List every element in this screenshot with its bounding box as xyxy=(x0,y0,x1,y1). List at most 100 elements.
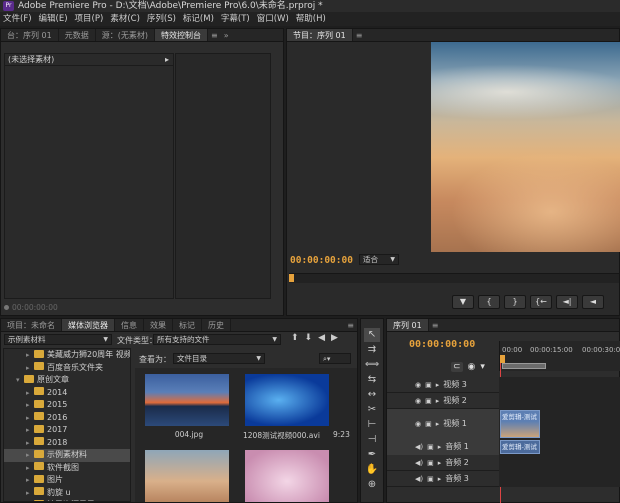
tree-item[interactable]: ▸ 2014 xyxy=(4,387,130,400)
track-lane[interactable]: 爱剪辑-测试 xyxy=(499,408,620,439)
rolling-edit-tool-icon[interactable]: ⇆ xyxy=(364,373,380,387)
chevron-right-icon[interactable]: ▸ xyxy=(26,487,34,500)
tree-item[interactable]: ▸ 2016 xyxy=(4,412,130,425)
eye-icon[interactable]: ◉ xyxy=(415,420,421,428)
mark-in-button[interactable]: { xyxy=(478,295,500,309)
playhead-marker-icon[interactable] xyxy=(289,274,294,282)
panel-menu-icon[interactable]: ≡ xyxy=(353,31,366,40)
tab-program[interactable]: 节目：序列 01 xyxy=(287,29,353,41)
thumbnail-item[interactable]: 1208测试视频000.avi 9:23 xyxy=(239,370,351,442)
chevron-right-icon[interactable]: ▸ xyxy=(26,499,34,501)
video-clip[interactable]: 爱剪辑-测试 xyxy=(500,409,540,438)
tree-item[interactable]: ▸ 图片 xyxy=(4,474,130,487)
chevron-right-icon[interactable]: ▸ xyxy=(438,443,442,451)
thumbnail-item[interactable] xyxy=(239,446,351,502)
add-marker-button[interactable]: ▼ xyxy=(452,295,474,309)
program-timecode[interactable]: 00:00:00:00 xyxy=(290,255,353,266)
speaker-icon[interactable]: ◀) xyxy=(415,459,423,467)
file-type-dropdown[interactable]: 所有支持的文件 ▼ xyxy=(153,334,281,345)
track-lane[interactable] xyxy=(499,470,620,487)
time-ruler[interactable]: 00:00 00:00:15:00 00:00:30:00 xyxy=(499,341,620,371)
ripple-edit-tool-icon[interactable]: ⟺ xyxy=(364,358,380,372)
chevron-right-icon[interactable]: ▸ xyxy=(26,387,34,400)
arrow-up-icon[interactable]: ⬆ xyxy=(291,333,299,343)
lock-icon[interactable]: ▣ xyxy=(427,443,434,451)
chevron-right-icon[interactable]: ▸ xyxy=(26,412,34,425)
thumbnail-item[interactable]: 004.jpg xyxy=(141,370,237,442)
lock-icon[interactable]: ▣ xyxy=(425,381,432,389)
tree-item[interactable]: ▸ 百度音乐文件夹 xyxy=(4,362,130,375)
snap-icon[interactable]: ⊂ xyxy=(451,362,463,372)
lock-icon[interactable]: ▣ xyxy=(425,397,432,405)
timeline-timecode[interactable]: 00:00:00:00 xyxy=(409,339,475,350)
select-tool-icon[interactable]: ↖ xyxy=(364,328,380,342)
arrow-down-icon[interactable]: ⬇ xyxy=(305,333,313,343)
menu-clip[interactable]: 素材(C) xyxy=(110,12,140,26)
chevron-right-icon[interactable]: ▸ xyxy=(436,420,440,428)
tab-sequence-01[interactable]: 序列 01 xyxy=(387,319,429,331)
track-lane[interactable]: 爱剪辑-测试 xyxy=(499,438,620,455)
tab-info[interactable]: 信息 xyxy=(115,319,144,331)
track-lane[interactable] xyxy=(499,454,620,471)
eye-icon[interactable]: ◉ xyxy=(415,397,421,405)
tree-item[interactable]: ▸ 示例素材料 xyxy=(4,449,130,462)
tab-media-browser[interactable]: 媒体浏览器 xyxy=(62,319,115,331)
tree-item[interactable]: ▸ 美藏威力狮20周年 视频 xyxy=(4,349,130,362)
chevron-right-icon[interactable]: ▸ xyxy=(26,349,34,362)
chevron-right-icon[interactable]: ▸ xyxy=(436,397,440,405)
eye-icon[interactable]: ◉ xyxy=(415,381,421,389)
speaker-icon[interactable]: ◀) xyxy=(415,475,423,483)
chevron-right-icon[interactable]: ▸ xyxy=(436,381,440,389)
lock-icon[interactable]: ▣ xyxy=(427,459,434,467)
chevron-right-icon[interactable]: ▸ xyxy=(26,399,34,412)
thumbnail-item[interactable] xyxy=(141,446,237,502)
chevron-down-icon[interactable]: ▾ xyxy=(16,374,24,387)
panel-menu-icon[interactable]: ≡ xyxy=(344,321,357,330)
menu-title[interactable]: 字幕(T) xyxy=(221,12,250,26)
panel-menu-icon[interactable]: ≡ xyxy=(429,321,442,330)
tab-history[interactable]: 历史 xyxy=(202,319,231,331)
panel-menu-icon[interactable]: ≡ xyxy=(208,31,221,40)
location-dropdown[interactable]: 示例素材料 ▼ xyxy=(4,334,112,345)
tree-item[interactable]: ▸ 2015 xyxy=(4,399,130,412)
menu-file[interactable]: 文件(F) xyxy=(3,12,32,26)
expand-arrow-icon[interactable]: ▸ xyxy=(165,54,169,65)
step-back-button[interactable]: ◄| xyxy=(556,295,578,309)
menu-help[interactable]: 帮助(H) xyxy=(296,12,326,26)
track-select-tool-icon[interactable]: ⇉ xyxy=(364,343,380,357)
tab-markers[interactable]: 标记 xyxy=(173,319,202,331)
tree-item[interactable]: ▾ 原创文章 xyxy=(4,374,130,387)
tree-item[interactable]: ▸ 软件截图 xyxy=(4,462,130,475)
add-marker-icon[interactable]: ▾ xyxy=(480,362,485,372)
chevron-right-icon[interactable]: ▸ xyxy=(438,459,442,467)
menu-sequence[interactable]: 序列(S) xyxy=(147,12,176,26)
tree-item[interactable]: ▸ 2018 xyxy=(4,437,130,450)
tab-effect-controls[interactable]: 特效控制台 xyxy=(154,29,208,41)
rate-stretch-tool-icon[interactable]: ↔ xyxy=(364,388,380,402)
menu-edit[interactable]: 编辑(E) xyxy=(39,12,68,26)
track-lane[interactable] xyxy=(499,376,620,393)
tree-item[interactable]: ▸ 精灵资源目录 xyxy=(4,499,130,501)
chevron-right-icon[interactable]: ▸ xyxy=(26,449,34,462)
tab-source[interactable]: 源：(无素材) xyxy=(96,29,155,41)
tab-sequence-monitor[interactable]: 台：序列 01 xyxy=(1,29,59,41)
mark-out-button[interactable]: } xyxy=(504,295,526,309)
menu-window[interactable]: 窗口(W) xyxy=(257,12,289,26)
slide-tool-icon[interactable]: ⊣ xyxy=(364,433,380,447)
play-reverse-button[interactable]: ◄ xyxy=(582,295,604,309)
chevron-right-icon[interactable]: ▸ xyxy=(26,437,34,450)
program-scrub-bar[interactable] xyxy=(289,273,619,283)
menu-marker[interactable]: 标记(M) xyxy=(183,12,214,26)
razor-tool-icon[interactable]: ✂ xyxy=(364,403,380,417)
tab-metadata[interactable]: 元数据 xyxy=(59,29,96,41)
slip-tool-icon[interactable]: ⊢ xyxy=(364,418,380,432)
chevron-right-icon[interactable]: ▸ xyxy=(438,475,442,483)
zoom-tool-icon[interactable]: ⊕ xyxy=(364,478,380,492)
panel-overflow-icon[interactable]: » xyxy=(221,31,232,40)
tab-project[interactable]: 项目：未命名 xyxy=(1,319,62,331)
tree-item[interactable]: ▸ 豹旋 u xyxy=(4,487,130,500)
chevron-right-icon[interactable]: ▸ xyxy=(26,362,34,375)
search-field[interactable]: ⌕▾ xyxy=(319,353,351,364)
audio-clip[interactable]: 爱剪辑-测试 xyxy=(500,439,540,454)
arrow-left-icon[interactable]: ◀ xyxy=(318,333,325,343)
